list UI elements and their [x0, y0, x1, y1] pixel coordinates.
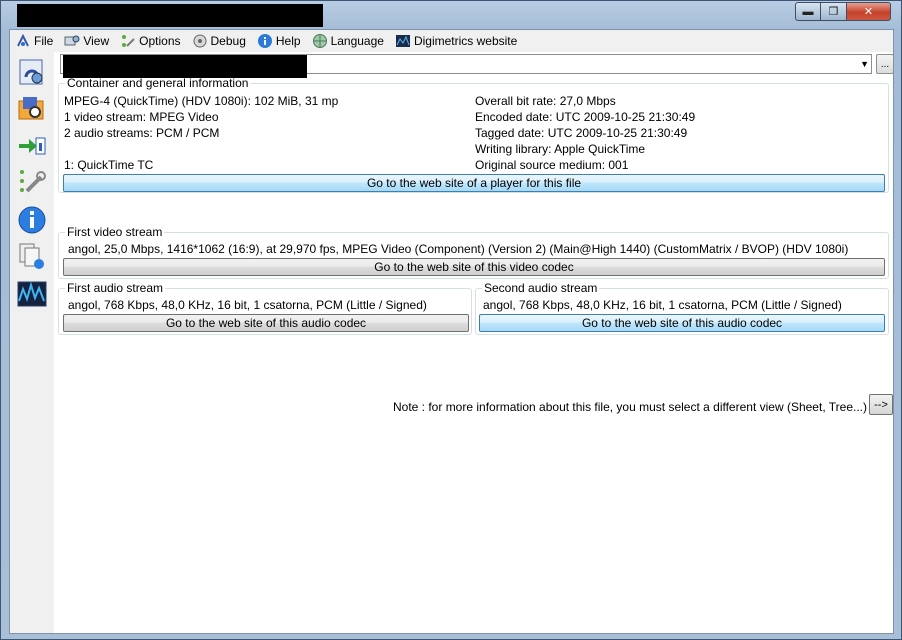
- video-codec-website-button[interactable]: Go to the web site of this video codec: [63, 258, 885, 276]
- minimize-button[interactable]: ▬: [795, 2, 821, 21]
- app-window: ▬ ❐ ✕ File View Options Debug Help Langu…: [0, 0, 902, 640]
- close-button[interactable]: ✕: [847, 2, 891, 21]
- menu-view[interactable]: View: [59, 30, 115, 52]
- open-folder-icon: [18, 97, 44, 120]
- player-website-button[interactable]: Go to the web site of a player for this …: [63, 174, 885, 192]
- general-right-line-4: Writing library: Apple QuickTime: [475, 142, 646, 156]
- file-properties-icon: [15, 33, 31, 49]
- menu-options-label: Options: [139, 34, 181, 48]
- second-audio-info: angol, 768 Kbps, 48,0 KHz, 16 bit, 1 csa…: [483, 298, 842, 312]
- redacted-window-title: [17, 4, 323, 27]
- video-stream-info: angol, 25,0 Mbps, 1416*1062 (16:9), at 2…: [68, 242, 849, 256]
- preferences-icon: [20, 170, 46, 193]
- menu-debug[interactable]: Debug: [187, 30, 252, 52]
- about-icon: [18, 206, 46, 234]
- menu-file-label: File: [34, 34, 54, 48]
- general-right-line-3: Tagged date: UTC 2009-10-25 21:30:49: [475, 126, 688, 140]
- menu-options[interactable]: Options: [115, 30, 186, 52]
- general-right-line-1: Overall bit rate: 27,0 Mbps: [475, 94, 616, 108]
- general-left-line-2: 1 video stream: MPEG Video: [64, 110, 219, 124]
- menu-help-label: Help: [275, 34, 301, 48]
- language-globe-icon: [312, 33, 328, 49]
- general-left-line-3: 2 audio streams: PCM / PCM: [64, 126, 220, 140]
- open-file-button[interactable]: [16, 56, 48, 88]
- browse-more-button[interactable]: ...: [876, 54, 894, 74]
- video-stream-legend: First video stream: [67, 225, 163, 239]
- about-button[interactable]: [16, 204, 48, 236]
- help-icon: [257, 33, 273, 49]
- menu-debug-label: Debug: [210, 34, 246, 48]
- open-file-icon: [19, 59, 43, 85]
- file-selector-row: ▼ ...: [60, 54, 894, 78]
- view-note-text: Note : for more information about this f…: [393, 400, 867, 414]
- file-selector-combobox[interactable]: ▼: [60, 54, 872, 78]
- general-left-line-5: 1: QuickTime TC: [64, 158, 154, 172]
- window-controls: ▬ ❐ ✕: [795, 2, 891, 21]
- menu-file[interactable]: File: [10, 30, 59, 52]
- menu-language-label: Language: [330, 34, 384, 48]
- menu-digimetrics-website[interactable]: Digimetrics website: [390, 30, 523, 52]
- spectrum-button[interactable]: [16, 278, 48, 310]
- first-audio-legend: First audio stream: [67, 281, 164, 295]
- export-button[interactable]: [16, 130, 48, 162]
- toolbar-sidebar: [10, 52, 54, 633]
- first-audio-info: angol, 768 Kbps, 48,0 KHz, 16 bit, 1 csa…: [68, 298, 427, 312]
- export-icon: [19, 137, 46, 155]
- options-icon: [120, 33, 136, 49]
- menu-digimetrics-label: Digimetrics website: [413, 34, 518, 48]
- menu-view-label: View: [83, 34, 110, 48]
- menu-language[interactable]: Language: [307, 30, 390, 52]
- second-audio-codec-website-button[interactable]: Go to the web site of this audio codec: [479, 314, 885, 332]
- change-view-button[interactable]: -->: [869, 394, 893, 415]
- general-left-line-1: MPEG-4 (QuickTime) (HDV 1080i): 102 MiB,…: [64, 94, 339, 108]
- debug-icon: [192, 33, 208, 49]
- knowledge-base-button[interactable]: [16, 240, 48, 272]
- basic-view-panel: ▼ ... Container and general information …: [54, 52, 894, 633]
- second-audio-legend: Second audio stream: [484, 281, 598, 295]
- maximize-button[interactable]: ❐: [821, 2, 847, 21]
- menu-bar: File View Options Debug Help Language Di…: [10, 30, 893, 52]
- open-folder-button[interactable]: [16, 92, 48, 124]
- digimetrics-icon: [395, 33, 411, 49]
- redacted-file-name: [63, 55, 307, 78]
- first-audio-codec-website-button[interactable]: Go to the web site of this audio codec: [63, 314, 469, 332]
- preferences-button[interactable]: [16, 166, 48, 198]
- view-icon: [64, 33, 80, 49]
- dropdown-arrow-icon[interactable]: ▼: [860, 59, 869, 69]
- general-right-line-2: Encoded date: UTC 2009-10-25 21:30:49: [475, 110, 696, 124]
- menu-help[interactable]: Help: [252, 30, 307, 52]
- general-right-line-5: Original source medium: 001: [475, 158, 629, 172]
- spectrum-icon: [17, 281, 47, 307]
- client-area: File View Options Debug Help Language Di…: [9, 29, 894, 634]
- knowledge-base-icon: [19, 243, 44, 269]
- general-info-legend: Container and general information: [67, 76, 249, 90]
- title-bar[interactable]: ▬ ❐ ✕: [1, 1, 901, 29]
